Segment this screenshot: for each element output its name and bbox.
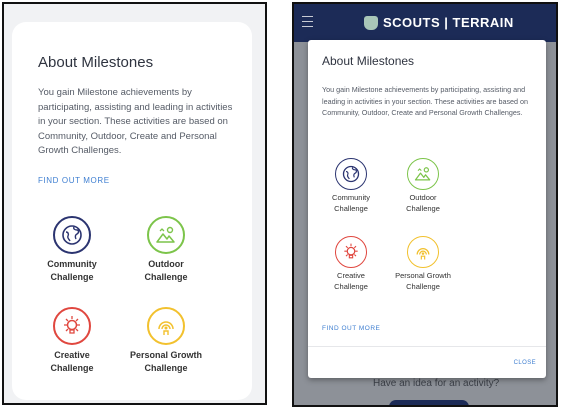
hamburger-menu-icon[interactable] xyxy=(302,16,313,27)
challenge-label: Personal Growth xyxy=(129,350,202,360)
signal-person-icon xyxy=(147,307,185,345)
left-screenshot-frame: About Milestones You gain Milestone achi… xyxy=(2,2,267,405)
challenge-label: Challenge xyxy=(334,281,368,291)
lightbulb-icon xyxy=(335,236,367,268)
close-button[interactable]: CLOSE xyxy=(514,360,536,366)
creative-challenge[interactable]: Creative Challenge xyxy=(22,307,122,374)
modal-divider xyxy=(308,346,546,347)
mountain-sun-icon xyxy=(407,158,439,190)
right-screenshot-frame: SCOUTS | TERRAIN Have an idea for an act… xyxy=(292,2,558,407)
outdoor-challenge[interactable]: Outdoor Challenge xyxy=(380,158,466,215)
personal-growth-challenge[interactable]: Personal Growth Challenge xyxy=(380,236,466,293)
challenge-label: Personal Growth xyxy=(395,271,451,280)
find-out-more-link[interactable]: FIND OUT MORE xyxy=(322,325,380,332)
challenge-label: Challenge xyxy=(144,271,188,282)
brand-text: SCOUTS | TERRAIN xyxy=(383,15,514,30)
description-text: You gain Milestone achievements by parti… xyxy=(38,87,233,157)
challenge-label: Community xyxy=(332,193,370,202)
challenge-label: Community xyxy=(47,259,97,269)
modal-description-text: You gain Milestone achievements by parti… xyxy=(322,85,529,118)
find-out-more-link[interactable]: FIND OUT MORE xyxy=(38,176,110,185)
community-challenge[interactable]: Community Challenge xyxy=(22,216,122,283)
personal-growth-challenge[interactable]: Personal Growth Challenge xyxy=(116,307,216,374)
challenge-label: Challenge xyxy=(406,203,440,213)
globe-icon xyxy=(53,216,91,254)
signal-person-icon xyxy=(407,236,439,268)
lightbulb-icon xyxy=(53,307,91,345)
challenge-label: Creative xyxy=(54,350,90,360)
mountain-sun-icon xyxy=(147,216,185,254)
page-title: About Milestones xyxy=(38,54,154,71)
app-header: SCOUTS | TERRAIN xyxy=(294,4,556,42)
challenge-label: Challenge xyxy=(50,362,94,373)
challenge-label: Challenge xyxy=(50,271,94,282)
challenge-label: Outdoor xyxy=(409,193,437,202)
scouts-logo-icon xyxy=(364,15,378,30)
challenge-label: Creative xyxy=(337,271,365,280)
about-milestones-modal: About Milestones You gain Milestone achi… xyxy=(308,40,546,378)
challenge-label: Challenge xyxy=(406,281,440,291)
outdoor-challenge[interactable]: Outdoor Challenge xyxy=(116,216,216,283)
background-prompt-text: Have an idea for an activity? xyxy=(373,378,500,389)
challenge-label: Challenge xyxy=(144,362,188,373)
challenge-label: Outdoor xyxy=(148,259,184,269)
challenge-label: Challenge xyxy=(334,203,368,213)
globe-icon xyxy=(335,158,367,190)
modal-title: About Milestones xyxy=(322,54,415,68)
brand: SCOUTS | TERRAIN xyxy=(364,15,514,30)
background-button xyxy=(389,400,469,405)
